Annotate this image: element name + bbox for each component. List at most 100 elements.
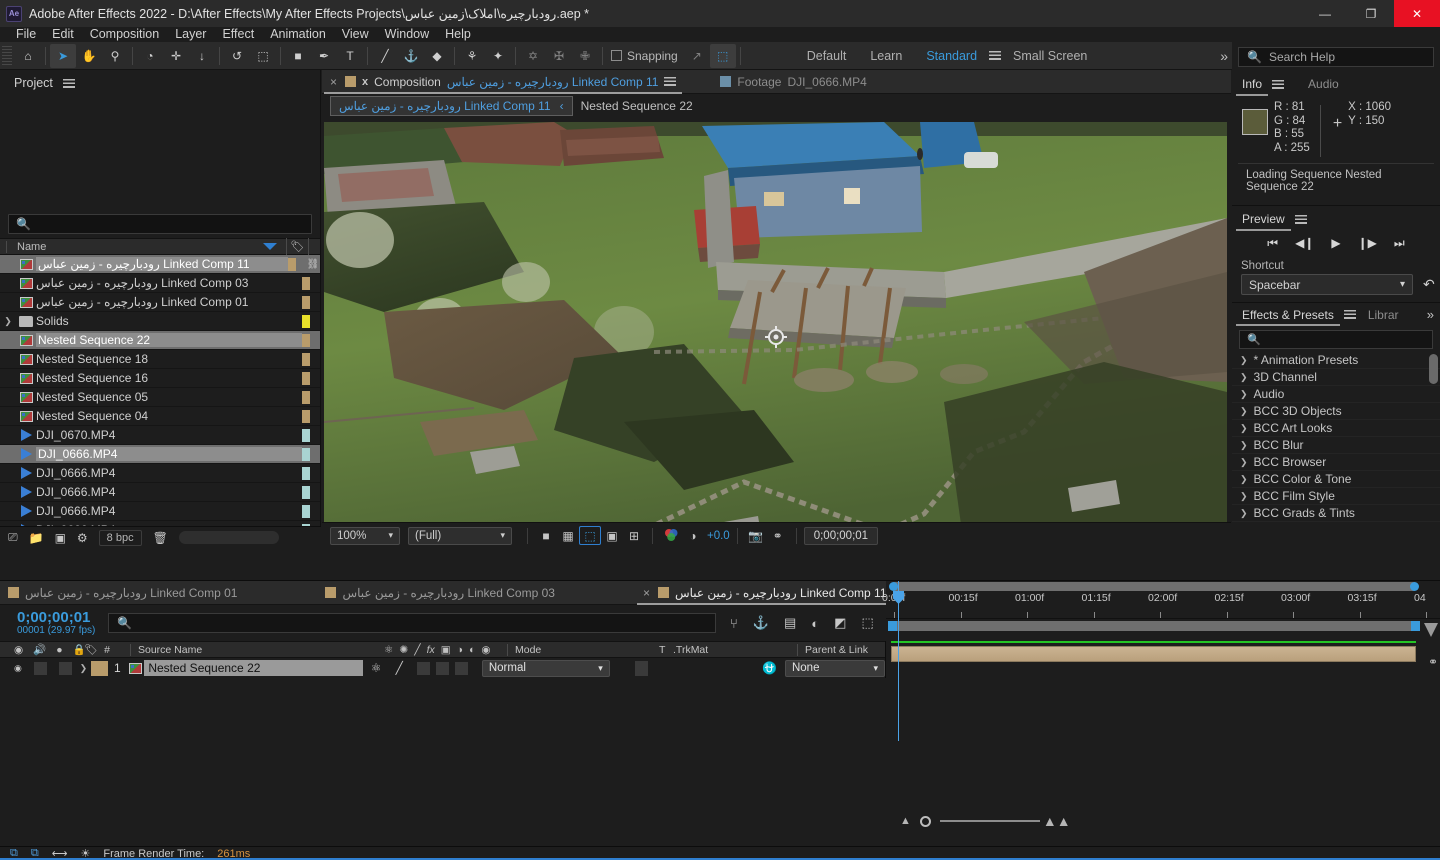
layer-expand-icon[interactable]: ❯: [80, 663, 92, 674]
project-item[interactable]: Nested Sequence 22: [0, 331, 320, 350]
parent-pickwhip-icon[interactable]: ⛎: [762, 661, 777, 675]
effects-search-input[interactable]: 🔍: [1239, 330, 1433, 349]
chevron-right-icon[interactable]: ❯: [1240, 372, 1248, 383]
tab-info[interactable]: Info: [1232, 73, 1272, 96]
timeline-search-input[interactable]: 🔍: [108, 613, 716, 633]
effects-category-row[interactable]: ❯ BCC 3D Objects: [1232, 403, 1440, 420]
exposure-reset-icon[interactable]: ◑: [682, 526, 704, 545]
layer-source-name[interactable]: Nested Sequence 22: [144, 660, 363, 676]
timeline-work-area-top[interactable]: 0:00f00:15f01:00f01:15f02:00f02:15f03:00…: [882, 581, 1440, 604]
tab-footage[interactable]: Footage DJI_0666.MP4: [712, 70, 874, 94]
label-color-swatch[interactable]: [302, 333, 310, 347]
timeline-tab[interactable]: × رودبارچیره - زمین عباس Linked Comp 11: [635, 581, 913, 605]
project-item[interactable]: ❯ Solids: [0, 312, 320, 331]
time-ruler[interactable]: [886, 601, 1440, 619]
panel-menu-icon[interactable]: [1343, 310, 1356, 319]
layer-audio-toggle[interactable]: [33, 661, 47, 675]
chevron-right-icon[interactable]: ❯: [1240, 508, 1248, 519]
timeline-layer-row[interactable]: ◉ ❯ 1 Nested Sequence 22 ⚛ ╱ Normal ▾ ⛎ None ▾: [0, 658, 885, 678]
effects-category-row[interactable]: ❯ BCC Color & Tone: [1232, 471, 1440, 488]
reset-icon[interactable]: ↶: [1423, 276, 1435, 293]
toggle-view-layout-icon[interactable]: ⊞: [623, 526, 645, 545]
close-icon[interactable]: ×: [643, 586, 650, 600]
label-column-icon[interactable]: 🏷: [286, 238, 308, 255]
toggle-mask-icon[interactable]: ▣: [601, 526, 623, 545]
label-color-swatch[interactable]: [302, 276, 310, 290]
label-color-swatch[interactable]: [302, 409, 310, 423]
delete-icon[interactable]: 🗑: [153, 531, 168, 545]
composition-viewer[interactable]: [322, 118, 1231, 546]
exposure-value[interactable]: +0.0: [707, 530, 730, 542]
maximize-button[interactable]: ❐: [1348, 0, 1394, 27]
workspace-standard[interactable]: Standard: [914, 49, 989, 63]
project-settings-icon[interactable]: ⚙: [77, 531, 88, 545]
last-frame-button[interactable]: ⏭: [1394, 236, 1405, 251]
new-composition-icon[interactable]: ▣: [55, 531, 66, 545]
hand-tool-icon[interactable]: ✋: [76, 44, 102, 68]
timeline-tab[interactable]: رودبارچیره - زمین عباس Linked Comp 01: [0, 581, 245, 605]
project-item[interactable]: DJI_0666.MP4: [0, 502, 320, 521]
layer-video-toggle[interactable]: ◉: [14, 663, 22, 674]
label-color-swatch[interactable]: [302, 485, 310, 499]
project-search-input[interactable]: 🔍: [8, 214, 312, 234]
transparency-grid-icon[interactable]: ▦: [557, 526, 579, 545]
layer-motionblur-switch[interactable]: [454, 661, 468, 675]
effects-category-row[interactable]: ❯ * Animation Presets: [1232, 352, 1440, 369]
label-color-swatch[interactable]: [302, 390, 310, 404]
zoom-in-icon[interactable]: ▲▲: [1043, 813, 1071, 829]
puppet-bend-icon[interactable]: ✙: [572, 44, 598, 68]
layer-trkmat-toggle[interactable]: [634, 660, 648, 676]
shape-tool-icon[interactable]: ■: [285, 44, 311, 68]
layer-parent-select[interactable]: None ▾: [784, 659, 885, 677]
pen-tool-icon[interactable]: ✒: [311, 44, 337, 68]
project-item[interactable]: DJI_0666.MP4: [0, 445, 320, 464]
column-overflow[interactable]: [308, 238, 320, 255]
chevron-right-icon[interactable]: ❯: [1240, 423, 1248, 434]
label-color-swatch[interactable]: [302, 314, 310, 328]
menu-item-composition[interactable]: Composition: [82, 27, 167, 42]
mode-header[interactable]: Mode: [507, 643, 659, 656]
label-color-swatch[interactable]: [288, 257, 296, 271]
minimize-button[interactable]: —: [1302, 0, 1348, 27]
comp-duration-timecode[interactable]: 0;00;00;01: [803, 526, 879, 545]
play-button[interactable]: ▶: [1331, 236, 1340, 250]
zoom-tool-icon[interactable]: ⚲: [102, 44, 128, 68]
layer-duration-bar[interactable]: [891, 646, 1416, 662]
chevron-right-icon[interactable]: ❯: [1240, 474, 1248, 485]
region-of-interest-icon[interactable]: ⬚: [579, 526, 601, 545]
effects-category-row[interactable]: ❯ BCC Blur: [1232, 437, 1440, 454]
project-item[interactable]: DJI_0666.MP4: [0, 464, 320, 483]
sort-descending-icon[interactable]: [263, 243, 277, 250]
selection-tool-icon[interactable]: ➤: [50, 43, 76, 68]
label-color-swatch[interactable]: [302, 504, 310, 518]
workspace-learn[interactable]: Learn: [858, 49, 914, 63]
parent-link-header[interactable]: Parent & Link: [797, 643, 885, 656]
tab-composition[interactable]: × x Composition رودبارچیره - زمین عباس L…: [322, 70, 684, 94]
menu-item-view[interactable]: View: [334, 27, 377, 42]
eraser-tool-icon[interactable]: ◆: [424, 44, 450, 68]
lock-icon[interactable]: x: [362, 76, 368, 88]
zoom-out-icon[interactable]: ▲: [900, 815, 911, 827]
effects-category-row[interactable]: ❯ BCC Film Style: [1232, 488, 1440, 505]
chevron-left-icon[interactable]: ‹: [560, 99, 564, 113]
zoom-slider-knob[interactable]: [919, 815, 931, 827]
snapping-toggle[interactable]: Snapping: [611, 49, 678, 63]
layer-fx-switch[interactable]: [416, 661, 430, 675]
puppet-advanced-icon[interactable]: ✠: [546, 44, 572, 68]
draft-3d-icon[interactable]: ⚓: [753, 615, 769, 631]
next-frame-button[interactable]: ❙▶: [1358, 236, 1377, 250]
composition-canvas[interactable]: [324, 122, 1227, 546]
chevron-right-icon[interactable]: ❯: [1240, 440, 1248, 451]
tab-effects-and-presets[interactable]: Effects & Presets: [1232, 303, 1344, 326]
project-tab-label[interactable]: Project: [14, 76, 53, 90]
breadcrumb-current[interactable]: رودبارچیره - زمین عباس Linked Comp 11 ‹: [330, 96, 573, 116]
chevron-right-icon[interactable]: ❯: [1240, 406, 1248, 417]
align-icon[interactable]: ↗: [684, 44, 710, 68]
work-area-bar[interactable]: [888, 621, 1420, 631]
source-name-header[interactable]: Source Name: [130, 643, 384, 656]
menu-item-edit[interactable]: Edit: [44, 27, 82, 42]
layer-stretch-icon[interactable]: ⚭: [1428, 655, 1438, 669]
hide-shy-layers-icon[interactable]: ▤: [784, 615, 796, 631]
project-item[interactable]: رودبارچیره - زمین عباس Linked Comp 11 ⛓: [0, 255, 320, 274]
effects-category-row[interactable]: ❯BCC Image Restoration: [1232, 522, 1440, 524]
